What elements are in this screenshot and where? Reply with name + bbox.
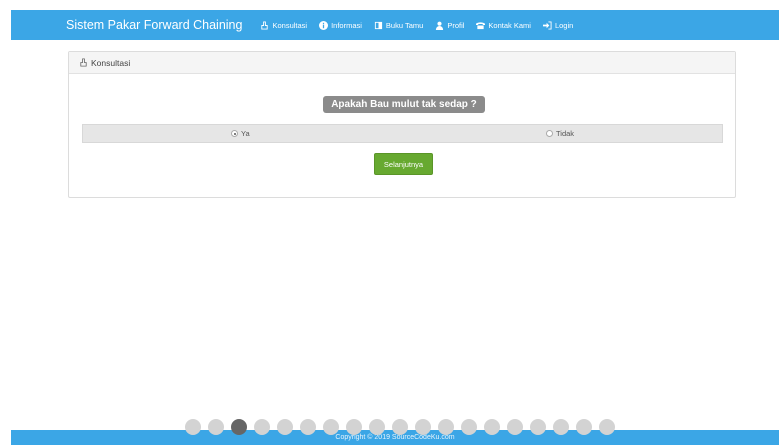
- slider-dot[interactable]: [323, 419, 339, 435]
- top-navbar: Sistem Pakar Forward Chaining Konsultasi…: [11, 10, 779, 40]
- option-ya-label: Ya: [241, 129, 250, 138]
- slider-dot[interactable]: [599, 419, 615, 435]
- option-tidak[interactable]: Tidak: [546, 125, 574, 142]
- login-icon: [542, 20, 552, 30]
- slider-dot[interactable]: [231, 419, 247, 435]
- nav-buku-tamu-label: Buku Tamu: [385, 20, 424, 30]
- radio-tidak[interactable]: [546, 130, 553, 137]
- slider-dot[interactable]: [507, 419, 523, 435]
- slider-dot[interactable]: [185, 419, 201, 435]
- nav-login[interactable]: Login: [542, 20, 574, 30]
- panel-title: Konsultasi: [91, 57, 131, 68]
- nav-konsultasi[interactable]: Konsultasi: [260, 21, 307, 30]
- slider-dot[interactable]: [392, 419, 408, 435]
- answer-options: Ya Tidak: [82, 124, 723, 143]
- slider-dot[interactable]: [208, 419, 224, 435]
- nav-login-label: Login: [554, 20, 574, 30]
- slider-dot[interactable]: [438, 419, 454, 435]
- option-ya[interactable]: Ya: [231, 125, 250, 142]
- slider-dot[interactable]: [369, 419, 385, 435]
- slider-dot[interactable]: [415, 419, 431, 435]
- slider-dot[interactable]: [553, 419, 569, 435]
- hand-icon: [80, 58, 87, 67]
- konsultasi-panel: Konsultasi Apakah Bau mulut tak sedap ? …: [68, 51, 736, 198]
- slider-dot[interactable]: [346, 419, 362, 435]
- slider-dot[interactable]: [576, 419, 592, 435]
- nav-profil-label: Profil: [447, 20, 465, 30]
- next-button[interactable]: Selanjutnya: [374, 153, 433, 175]
- nav-informasi[interactable]: Informasi: [319, 20, 362, 30]
- nav-kontak-kami[interactable]: Kontak Kami: [476, 21, 531, 30]
- question-label: Apakah Bau mulut tak sedap ?: [323, 96, 485, 113]
- book-icon: [374, 21, 383, 29]
- nav-kontak-kami-label: Kontak Kami: [488, 20, 531, 30]
- slider-dots: [185, 419, 615, 435]
- slider-dot[interactable]: [461, 419, 477, 435]
- slider-dot[interactable]: [277, 419, 293, 435]
- slider-dot[interactable]: [484, 419, 500, 435]
- info-icon: [319, 20, 329, 30]
- nav-buku-tamu[interactable]: Buku Tamu: [374, 21, 423, 30]
- phone-icon: [476, 21, 486, 29]
- hand-icon: [261, 20, 269, 30]
- option-tidak-label: Tidak: [556, 129, 575, 138]
- slider-dot[interactable]: [300, 419, 316, 435]
- brand-title[interactable]: Sistem Pakar Forward Chaining: [66, 18, 242, 32]
- nav-profil[interactable]: Profil: [435, 21, 464, 30]
- radio-ya[interactable]: [231, 130, 238, 137]
- panel-heading: Konsultasi: [69, 52, 735, 74]
- slider-dot[interactable]: [530, 419, 546, 435]
- copyright-text: Copyright © 2019 SourceCodeKu.com: [335, 434, 455, 441]
- nav-konsultasi-label: Konsultasi: [272, 20, 308, 30]
- nav-informasi-label: Informasi: [331, 20, 362, 30]
- user-icon: [436, 21, 444, 30]
- slider-dot[interactable]: [254, 419, 270, 435]
